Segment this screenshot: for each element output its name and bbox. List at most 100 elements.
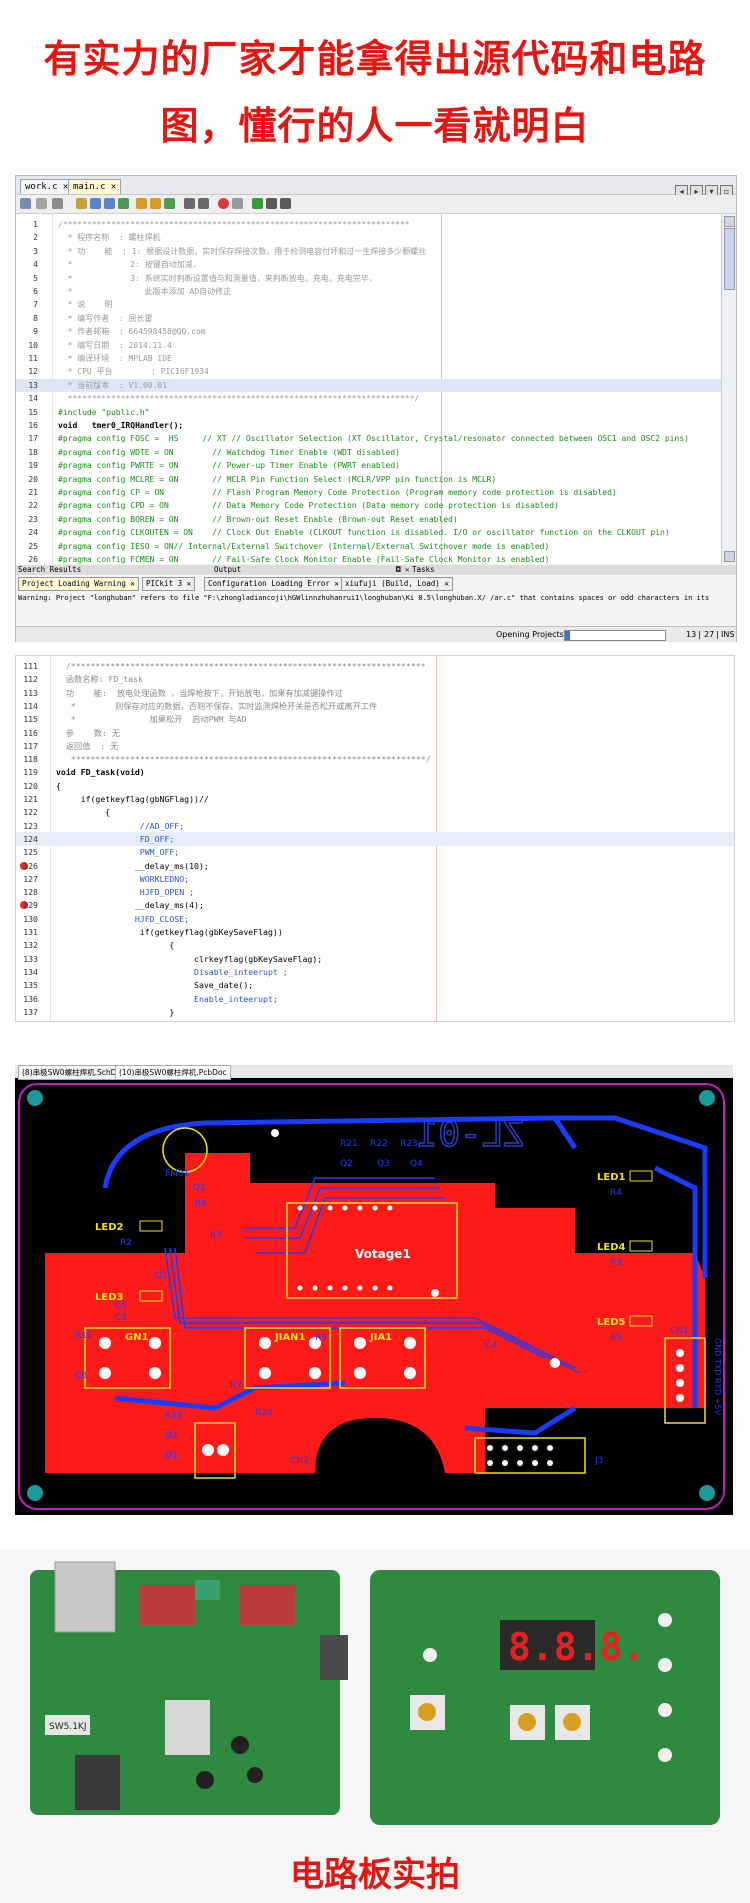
run-icon[interactable] [164,198,175,209]
compare-icon[interactable] [266,198,277,209]
open-icon[interactable] [20,198,31,209]
line-number: 16 [28,421,38,430]
stop-icon[interactable] [232,198,243,209]
print-icon[interactable] [52,198,63,209]
code-line: 113 功 能: 放电处理函数 ，当焊枪按下，开始放电，加果有加减键操作过 [16,686,734,700]
line-number: 3 [33,246,38,256]
code-line: 16 void tmer0_IRQHandler(); [16,419,721,433]
output-tab-config-error[interactable]: Configuration Loading Error ✕ [204,577,343,591]
code-line: 137 } [16,1005,734,1019]
indent-icon[interactable] [184,198,195,209]
label-q1b: Q1 [155,1271,168,1281]
photo-caption: 电路板实拍 [290,1855,460,1895]
progress-bar: 5% [564,630,666,641]
code-text: } [56,1006,175,1017]
output-tab[interactable]: Output [214,565,241,575]
code-text: clrkeyflag(gbKeySaveFlag); [56,953,323,964]
editor-toolbar [16,195,736,214]
code-text: /***************************************… [56,661,426,671]
code-line: 24 #pragma config CLKOUTEN = ON // Clock … [16,526,721,540]
line-number: 118 [23,754,38,765]
code-text: * 当前版本 : V1.00.01 [58,380,168,390]
capacitor-red [140,1585,195,1625]
record-icon[interactable] [218,198,229,209]
tasks-tab[interactable]: Tasks [412,565,435,575]
code-line: 136 Enable_inteerupt; [16,992,734,1006]
code-text: { [56,780,61,791]
label-r23: R23 [400,1139,418,1149]
code-text: #pragma config CLKOUTEN = ON // Clock Ou… [58,528,670,538]
code-line: 8 * 编写作者 : 屈长雷 [16,312,721,326]
panel-controls-icon[interactable]: ◘ ✕ [396,565,410,575]
led [658,1703,672,1717]
board-photo-drawing: SW5.1KJ 8.8.8. [30,1561,720,1825]
code-line: 120 { [16,779,734,793]
line-number: 134 [23,966,38,977]
code-text: Disable_inteerupt ; [56,966,288,977]
line-number: 124 [23,833,38,844]
code-text: Save_date(); [56,980,254,991]
diff-icon[interactable] [280,198,291,209]
label-led4: LED4 [597,1242,626,1253]
code-text: Enable_inteerupt; [56,993,278,1004]
line-number: 126 [23,860,38,871]
output-tab-pickit[interactable]: PICkit 3 ✕ [142,577,196,591]
line-number: 15 [28,407,38,417]
code-text: * 编写作者 : 屈长雷 [58,313,153,323]
pcb-canvas[interactable]: ZL-01 LED2 LED3 LED1 LED4 LED5 Votage1 G… [15,1078,733,1515]
line-number: 26 [28,555,38,564]
code-line: 20 #pragma config MCLRE = ON // MCLR Pin … [16,473,721,487]
code-text: void tmer0_IRQHandler(); [58,421,184,430]
code-line: 135 Save_date(); [16,978,734,992]
code-line: 19 #pragma config PWRTE = ON // Power-up … [16,459,721,473]
outdent-icon[interactable] [198,198,209,209]
line-number: 23 [28,514,38,524]
line-number: 125 [23,847,38,858]
toggle-icon[interactable] [136,198,147,209]
code-line: 131 if(getkeyflag(gbKeySaveFlag)) [16,925,734,939]
pcb-doc-tabs: (8)串极SW0螺柱焊机.SchDoc (10)串极SW0螺柱焊机.PcbDoc [15,1065,733,1080]
code-line: 134 Disable_inteerupt ; [16,965,734,979]
tab-main-c[interactable]: main.c ✕ [68,179,122,194]
line-number: 10 [28,340,38,350]
code-editor[interactable]: 1 /**************************************… [16,214,721,564]
label-q4: Q4 [410,1159,423,1169]
cursor-line: 13 [686,630,697,639]
output-tab-build-load[interactable]: xiufuji (Build, Load) ✕ [341,577,453,591]
save-icon[interactable] [36,198,47,209]
code-text: #pragma config IESO = ON// Internal/Exte… [58,541,550,551]
code-line: 23 #pragma config BOREN = ON // Brown-out… [16,513,721,527]
output-tab-project-loading-warning[interactable]: Project Loading Warning ✕ [18,577,139,591]
find-next-icon[interactable] [90,198,101,209]
line-number: 113 [23,687,38,698]
code-text: * 作者邮箱 : 664598458@QQ.com [58,327,206,337]
label-cn1-pins: GND TXD RXD +5V [713,1338,722,1415]
code-text: * 此版本添加 AD自动修正 [58,287,232,296]
macro-icon[interactable] [252,198,263,209]
line-number: 129 [23,900,38,911]
led [423,1648,437,1662]
line-number: 24 [28,528,38,538]
shift-icon[interactable] [150,198,161,209]
code-line: 7 * 说 明 [16,298,721,312]
label-r9: R9 [315,1333,327,1343]
code-text: * 2: 按键自动加减， [58,260,201,270]
line-number: 25 [28,541,38,551]
capacitor-red [240,1585,295,1625]
vertical-scrollbar[interactable] [721,214,736,564]
search-results-tab[interactable]: Search Results [18,565,81,575]
code-line: 129 __delay_ms(4); [16,898,734,912]
code-line: 5 * 3: 系统实时判断设置值与和测量值，来判断放电，充电，充电完毕， [16,272,721,286]
terminal-block [320,1635,348,1680]
find-prev-icon[interactable] [104,198,115,209]
tab-work-c[interactable]: work.c ✕ [20,179,74,194]
code-text: PWM_OFF; [56,847,180,858]
code-line: 128 HJFD_OPEN ; [16,885,734,899]
line-number: 14 [28,394,38,404]
search-icon[interactable] [76,198,87,209]
label-fm01: FM01 [165,1169,189,1179]
bookmark-icon[interactable] [118,198,129,209]
code-line: 111 /***********************************… [16,659,734,673]
code-editor-2[interactable]: 111 /***********************************… [16,656,734,1021]
line-number: 20 [28,474,38,484]
